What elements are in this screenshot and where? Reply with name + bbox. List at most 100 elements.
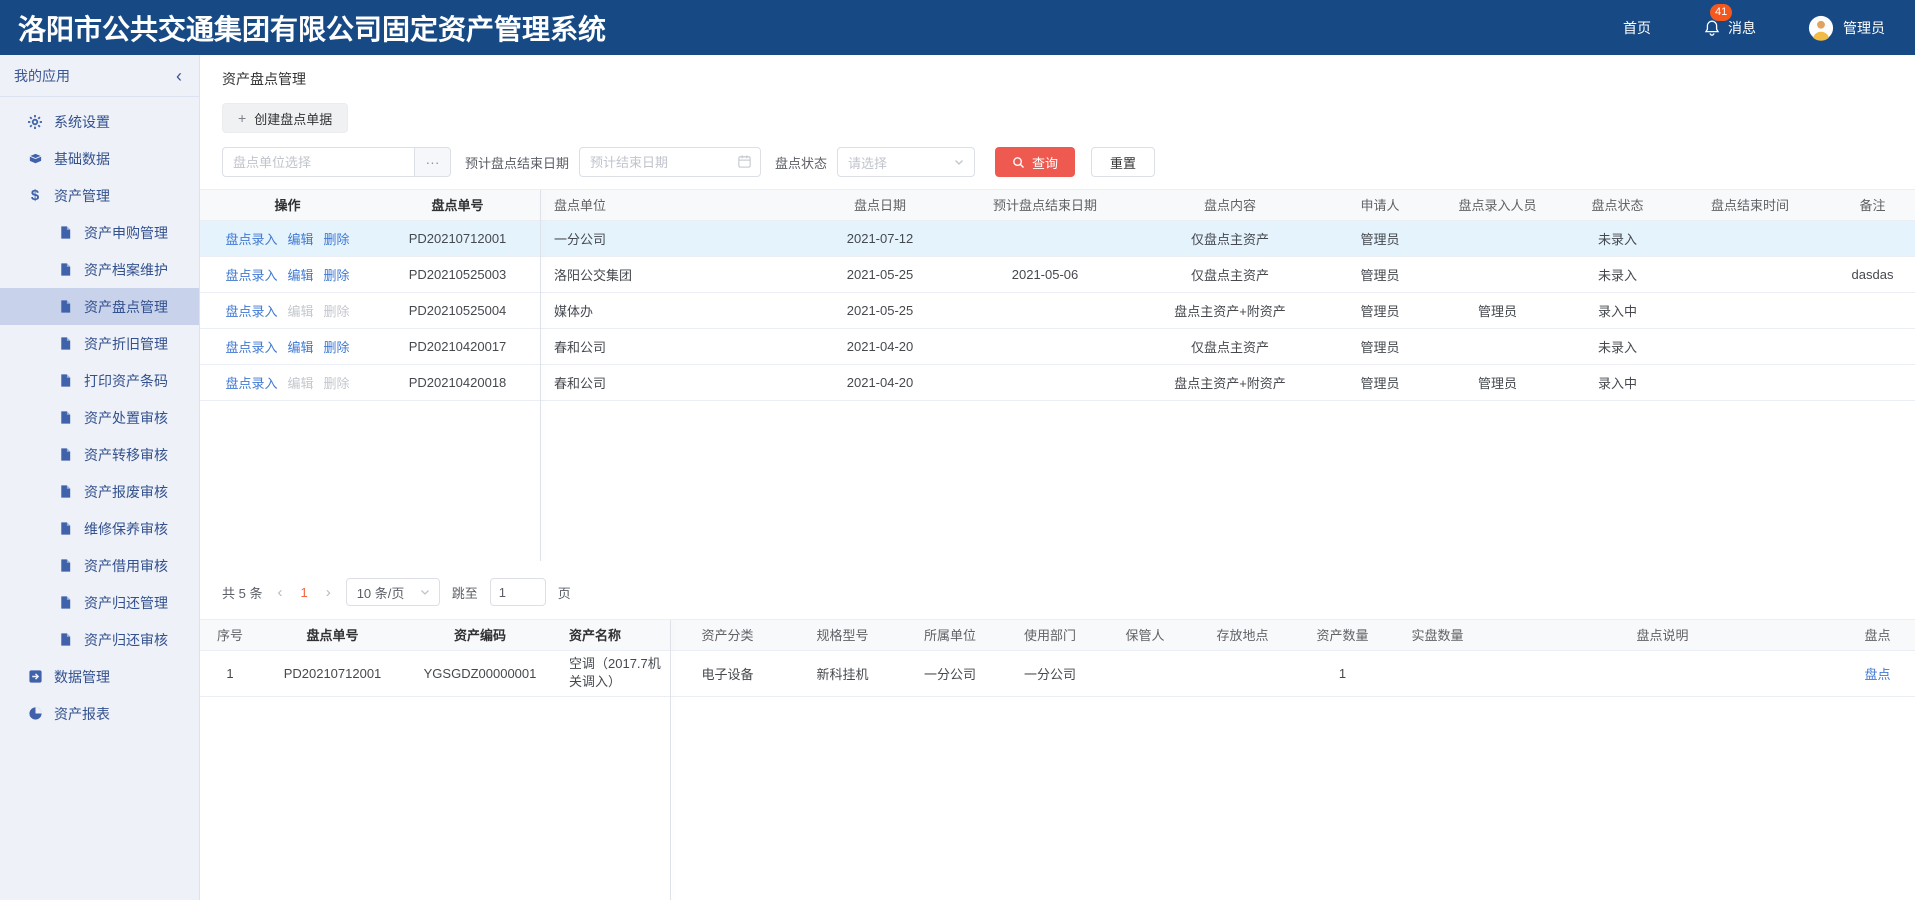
table-cell bbox=[1100, 650, 1190, 696]
delete-link[interactable]: 删除 bbox=[324, 232, 350, 247]
nav-home-link[interactable]: 首页 bbox=[1623, 18, 1651, 38]
sidebar-item-print-barcode[interactable]: 打印资产条码 bbox=[0, 362, 199, 399]
sidebar-item-label: 资产归还管理 bbox=[84, 593, 168, 613]
row-actions: 盘点录入编辑删除 bbox=[200, 364, 375, 400]
inventory-entry-link[interactable]: 盘点录入 bbox=[225, 376, 277, 391]
edit-link[interactable]: 编辑 bbox=[287, 340, 313, 355]
table-cell: 管理员 bbox=[1330, 364, 1430, 400]
inventory-entry-link[interactable]: 盘点录入 bbox=[225, 304, 277, 319]
table-cell bbox=[1485, 650, 1840, 696]
sidebar-item-asset-inventory[interactable]: 资产盘点管理 bbox=[0, 288, 199, 325]
sidebar-item-system-settings[interactable]: 系统设置 bbox=[0, 103, 199, 140]
table-cell bbox=[960, 220, 1130, 256]
column-header: 序号 bbox=[200, 620, 260, 650]
check-link[interactable]: 盘点 bbox=[1864, 667, 1890, 682]
table-cell: PD20210712001 bbox=[375, 220, 540, 256]
column-header: 盘点单位 bbox=[540, 190, 800, 220]
edit-link[interactable]: 编辑 bbox=[287, 268, 313, 283]
sidebar-item-asset-borrow[interactable]: 资产借用审核 bbox=[0, 547, 199, 584]
page-size-select[interactable]: 10 条/页 bbox=[346, 578, 440, 606]
sidebar-item-asset-scrap[interactable]: 资产报废审核 bbox=[0, 473, 199, 510]
table-cell: PD20210420017 bbox=[375, 328, 540, 364]
app-title: 洛阳市公共交通集团有限公司固定资产管理系统 bbox=[18, 8, 606, 48]
unit-more-button[interactable]: ··· bbox=[414, 147, 451, 177]
inventory-entry-link[interactable]: 盘点录入 bbox=[225, 340, 277, 355]
sidebar-item-asset-disposal[interactable]: 资产处置审核 bbox=[0, 399, 199, 436]
sidebar-item-asset-return-mgmt[interactable]: 资产归还管理 bbox=[0, 584, 199, 621]
next-page-button[interactable]: › bbox=[323, 584, 334, 601]
sidebar-item-asset-transfer[interactable]: 资产转移审核 bbox=[0, 436, 199, 473]
file-icon bbox=[57, 595, 73, 611]
dollar-icon: $ bbox=[27, 188, 43, 204]
file-icon bbox=[57, 558, 73, 574]
sidebar-item-label: 资产借用审核 bbox=[84, 556, 168, 576]
sidebar-item-asset-depreciation[interactable]: 资产折旧管理 bbox=[0, 325, 199, 362]
page-number-1[interactable]: 1 bbox=[297, 585, 310, 600]
table-cell: 盘点主资产+附资产 bbox=[1130, 364, 1330, 400]
chevron-down-icon bbox=[953, 156, 965, 168]
table-cell: 2021-05-25 bbox=[800, 292, 960, 328]
sidebar-item-asset-archive[interactable]: 资产档案维护 bbox=[0, 251, 199, 288]
table-row: 盘点录入编辑删除PD20210712001一分公司2021-07-12仅盘点主资… bbox=[200, 220, 1915, 256]
fixed-column-divider bbox=[670, 620, 671, 900]
sidebar-item-asset-reports[interactable]: 资产报表 bbox=[0, 695, 199, 732]
row-actions: 盘点录入编辑删除 bbox=[200, 220, 375, 256]
column-header: 备注 bbox=[1830, 190, 1915, 220]
expected-end-date-input[interactable] bbox=[579, 147, 761, 177]
search-button[interactable]: 查询 bbox=[995, 147, 1075, 177]
table-cell: 未录入 bbox=[1565, 220, 1670, 256]
row-actions: 盘点录入编辑删除 bbox=[200, 292, 375, 328]
sidebar-item-asset-return-audit[interactable]: 资产归还审核 bbox=[0, 621, 199, 658]
delete-link[interactable]: 删除 bbox=[324, 340, 350, 355]
bell-icon bbox=[1703, 19, 1721, 37]
table-cell: YGSGDZ00000001 bbox=[405, 650, 555, 696]
sidebar-item-asset-purchase[interactable]: 资产申购管理 bbox=[0, 214, 199, 251]
messages-menu[interactable]: 41 消息 bbox=[1703, 18, 1756, 38]
sidebar-item-basic-data[interactable]: 基础数据 bbox=[0, 140, 199, 177]
gear-icon bbox=[27, 114, 43, 130]
prev-page-button[interactable]: ‹ bbox=[274, 584, 285, 601]
sidebar-item-data-management[interactable]: 数据管理 bbox=[0, 658, 199, 695]
inventory-entry-link[interactable]: 盘点录入 bbox=[225, 268, 277, 283]
status-select[interactable]: 请选择 bbox=[837, 147, 975, 177]
table-cell: 春和公司 bbox=[540, 364, 800, 400]
delete-link: 删除 bbox=[324, 376, 350, 391]
chevron-down-icon bbox=[419, 586, 431, 598]
file-icon bbox=[57, 632, 73, 648]
row-actions: 盘点录入编辑删除 bbox=[200, 328, 375, 364]
create-inventory-button[interactable]: + 创建盘点单据 bbox=[222, 103, 348, 133]
page-title: 资产盘点管理 bbox=[200, 55, 1915, 93]
search-icon bbox=[1012, 156, 1025, 169]
file-icon bbox=[57, 484, 73, 500]
table-cell: 新科挂机 bbox=[785, 650, 900, 696]
table-cell: 未录入 bbox=[1565, 256, 1670, 292]
table-cell bbox=[1670, 364, 1830, 400]
sidebar-item-label: 资产处置审核 bbox=[84, 408, 168, 428]
edit-link[interactable]: 编辑 bbox=[287, 232, 313, 247]
delete-link[interactable]: 删除 bbox=[324, 268, 350, 283]
column-header: 盘点 bbox=[1840, 620, 1915, 650]
column-header: 预计盘点结束日期 bbox=[960, 190, 1130, 220]
table-cell bbox=[1670, 256, 1830, 292]
unit-select-input[interactable] bbox=[222, 147, 414, 177]
collapse-sidebar-icon[interactable]: ‹ bbox=[176, 67, 182, 85]
table-cell: 2021-07-12 bbox=[800, 220, 960, 256]
jump-page-input[interactable] bbox=[490, 578, 546, 606]
table-cell bbox=[1830, 364, 1915, 400]
table-cell: 一分公司 bbox=[540, 220, 800, 256]
inventory-entry-link[interactable]: 盘点录入 bbox=[225, 232, 277, 247]
sidebar-item-maintenance-audit[interactable]: 维修保养审核 bbox=[0, 510, 199, 547]
export-icon bbox=[27, 669, 43, 685]
user-menu[interactable]: 管理员 bbox=[1808, 15, 1885, 41]
sidebar-title: 我的应用 bbox=[14, 66, 70, 86]
table-cell: 管理员 bbox=[1330, 292, 1430, 328]
message-badge: 41 bbox=[1710, 4, 1732, 21]
sidebar-item-asset-management[interactable]: $资产管理 bbox=[0, 177, 199, 214]
table-cell: 管理员 bbox=[1430, 292, 1565, 328]
table-row: 盘点录入编辑删除PD20210420018春和公司2021-04-20盘点主资产… bbox=[200, 364, 1915, 400]
sidebar-item-label: 资产归还审核 bbox=[84, 630, 168, 650]
reset-button[interactable]: 重置 bbox=[1091, 147, 1155, 177]
row-actions: 盘点录入编辑删除 bbox=[200, 256, 375, 292]
table-row: 盘点录入编辑删除PD20210525004媒体办2021-05-25盘点主资产+… bbox=[200, 292, 1915, 328]
jump-label: 跳至 bbox=[452, 583, 478, 602]
